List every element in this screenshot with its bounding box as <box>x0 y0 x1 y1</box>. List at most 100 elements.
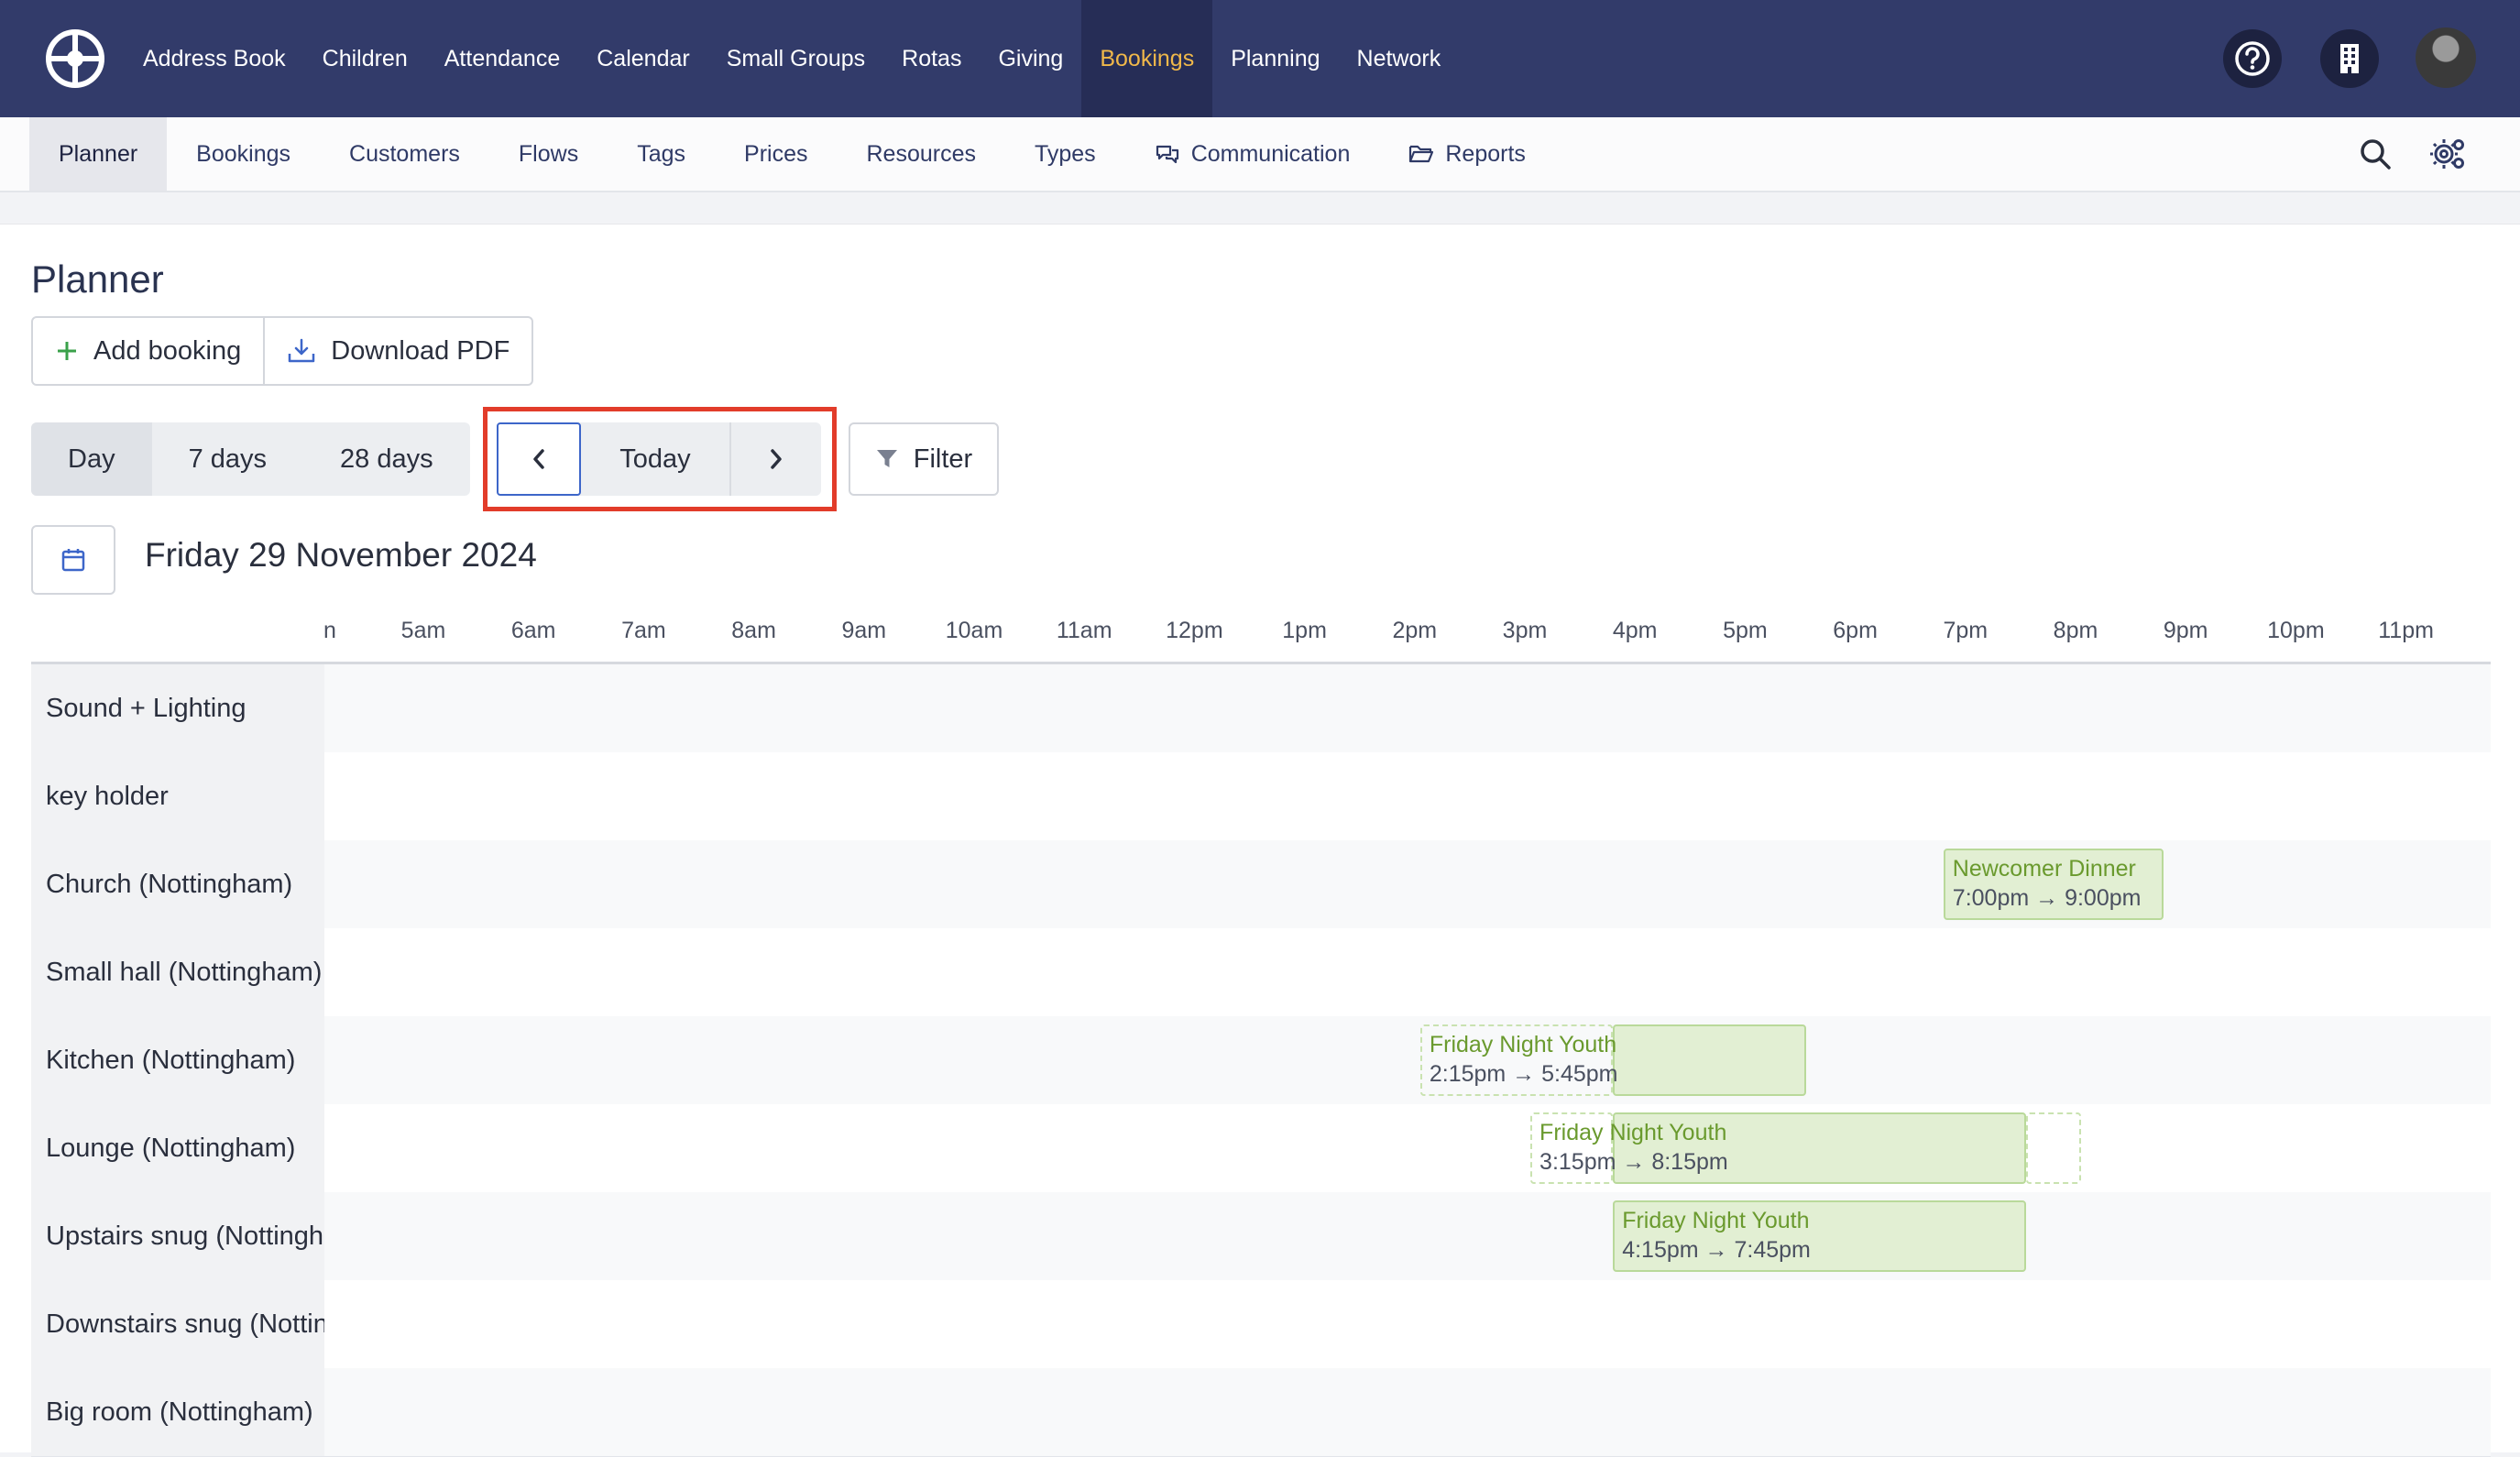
topnav-item-network[interactable]: Network <box>1339 0 1460 117</box>
next-day-button[interactable] <box>731 422 821 496</box>
subnav-label: Tags <box>637 141 686 167</box>
user-avatar[interactable] <box>2416 27 2476 88</box>
hour-label: n <box>323 618 336 643</box>
topnav-item-bookings[interactable]: Bookings <box>1081 0 1213 117</box>
date-navigation: Today <box>497 422 821 496</box>
resource-label: Downstairs snug (Nottingham) <box>31 1280 324 1368</box>
topnav-item-giving[interactable]: Giving <box>980 0 1081 117</box>
download-pdf-button[interactable]: Download PDF <box>265 318 531 384</box>
resource-row[interactable]: Lounge (Nottingham) <box>31 1104 2491 1193</box>
subnav-item-tags[interactable]: Tags <box>608 117 715 191</box>
subnav-item-planner[interactable]: Planner <box>29 117 168 191</box>
topnav-item-attendance[interactable]: Attendance <box>426 0 579 117</box>
help-circle-icon[interactable] <box>2223 29 2282 88</box>
download-tray-icon <box>289 338 315 363</box>
page-title: Planner <box>31 257 164 301</box>
booking-event-title: Friday Night Youth <box>1429 1032 1617 1057</box>
folder-open-icon <box>1408 143 1434 165</box>
hour-label: 11am <box>1056 618 1112 643</box>
resource-row[interactable]: Big room (Nottingham) <box>31 1368 2491 1457</box>
booking-event[interactable]: Friday Night Youth 4:15pm → 7:45pm <box>1613 1200 2026 1272</box>
filter-button[interactable]: Filter <box>849 422 999 496</box>
resource-row[interactable]: Kitchen (Nottingham) <box>31 1016 2491 1105</box>
booking-event[interactable]: Friday Night Youth 3:15pm → 8:15pm <box>1530 1112 1728 1184</box>
resource-label: Big room (Nottingham) <box>31 1368 324 1456</box>
topnav-item-small-groups[interactable]: Small Groups <box>708 0 883 117</box>
hour-label: 10pm <box>2267 618 2325 643</box>
chat-bubbles-icon <box>1155 143 1180 165</box>
hour-label: 8am <box>731 618 776 643</box>
plus-icon <box>58 342 76 360</box>
booking-event-title: Friday Night Youth <box>1622 1208 1810 1233</box>
booking-event[interactable]: Friday Night Youth 2:15pm → 5:45pm <box>1419 1024 1618 1096</box>
booking-event[interactable]: Newcomer Dinner 7:00pm → 9:00pm <box>1943 849 2164 920</box>
resource-row[interactable]: Sound + Lighting <box>31 664 2491 753</box>
hour-label: 3pm <box>1502 618 1548 643</box>
topnav-item-children[interactable]: Children <box>304 0 426 117</box>
subnav-item-reports[interactable]: Reports <box>1379 117 1555 191</box>
app-logo-icon[interactable] <box>46 29 104 88</box>
download-pdf-label: Download PDF <box>331 335 510 366</box>
subnav-item-types[interactable]: Types <box>1005 117 1125 191</box>
hour-label: 1pm <box>1282 618 1327 643</box>
view-7-days-button[interactable]: 7 days <box>152 422 303 496</box>
subnav-item-prices[interactable]: Prices <box>715 117 837 191</box>
subnav-item-communication[interactable]: Communication <box>1125 117 1380 191</box>
subnav-item-customers[interactable]: Customers <box>320 117 489 191</box>
subnav-item-resources[interactable]: Resources <box>837 117 1005 191</box>
current-date: Friday 29 November 2024 <box>145 536 537 574</box>
search-icon[interactable] <box>2357 136 2394 172</box>
resource-row[interactable]: Downstairs snug (Nottingham) <box>31 1280 2491 1369</box>
top-navigation: Address Book Children Attendance Calendar Sm… <box>0 0 2520 117</box>
hour-label: 6pm <box>1833 618 1878 643</box>
chevron-left-icon <box>533 449 544 469</box>
hour-axis: n 5am 6am 7am 8am 9am 10am 11am 12pm 1pm 2pm 3pm 4pm… <box>0 618 2520 654</box>
hour-label: 4pm <box>1612 618 1658 643</box>
resource-label: Church (Nottingham) <box>31 840 324 928</box>
resource-row[interactable]: Small hall (Nottingham) <box>31 928 2491 1017</box>
filter-funnel-icon <box>876 450 897 467</box>
previous-day-button[interactable] <box>497 422 581 496</box>
today-button[interactable]: Today <box>581 422 731 496</box>
resource-row[interactable]: key holder <box>31 752 2491 841</box>
add-booking-button[interactable]: Add booking <box>33 318 266 384</box>
topnav-item-planning[interactable]: Planning <box>1212 0 1338 117</box>
booking-actions: Add booking Download PDF <box>31 316 534 386</box>
booking-event[interactable] <box>1613 1024 1806 1096</box>
subnav-label: Resources <box>866 141 976 167</box>
subnav-item-bookings[interactable]: Bookings <box>167 117 320 191</box>
topnav-item-rotas[interactable]: Rotas <box>883 0 980 117</box>
subnav-item-flows[interactable]: Flows <box>489 117 608 191</box>
building-icon[interactable] <box>2320 29 2379 88</box>
sub-navigation: Planner Bookings Customers Flows Tags Prices R… <box>0 117 2520 192</box>
add-booking-label: Add booking <box>93 335 242 366</box>
view-range-selector: Day 7 days 28 days <box>31 422 470 496</box>
subnav-label: Planner <box>59 141 138 167</box>
calendar-icon <box>61 549 85 572</box>
booking-event[interactable] <box>2025 1112 2082 1184</box>
subnav-label: Flows <box>518 141 579 167</box>
hour-label: 12pm <box>1166 618 1223 643</box>
hour-label: 8pm <box>2053 618 2098 643</box>
resource-label: Sound + Lighting <box>31 664 324 752</box>
view-28-days-button[interactable]: 28 days <box>303 422 470 496</box>
chevron-right-icon <box>771 449 782 469</box>
calendar-picker-button[interactable] <box>31 525 115 595</box>
subnav-label: Communication <box>1190 141 1351 167</box>
top-nav-items: Address Book Children Attendance Calendar Sm… <box>125 0 1459 117</box>
resource-label: Upstairs snug (Nottingham) <box>31 1192 324 1280</box>
filter-label: Filter <box>913 444 973 474</box>
sub-nav-items: Planner Bookings Customers Flows Tags Prices R… <box>29 117 1555 191</box>
hour-label: 5am <box>400 618 446 643</box>
gear-settings-icon[interactable] <box>2430 136 2467 172</box>
hour-label: 11pm <box>2378 618 2434 643</box>
topnav-item-calendar[interactable]: Calendar <box>578 0 707 117</box>
booking-event-time: 7:00pm → 9:00pm <box>1952 885 2142 911</box>
booking-event-title: Newcomer Dinner <box>1952 856 2136 882</box>
resource-label: Lounge (Nottingham) <box>31 1104 324 1192</box>
topnav-item-address-book[interactable]: Address Book <box>125 0 304 117</box>
view-day-button[interactable]: Day <box>31 422 152 496</box>
hour-label: 5pm <box>1723 618 1768 643</box>
resource-row[interactable]: Upstairs snug (Nottingham) <box>31 1192 2491 1281</box>
subnav-label: Bookings <box>196 141 291 167</box>
